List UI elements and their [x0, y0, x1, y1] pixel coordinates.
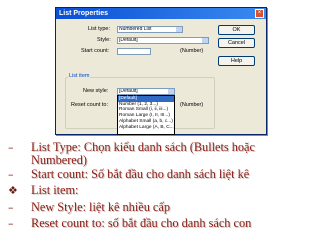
bullet-text: List item:: [31, 183, 79, 197]
bullet-text: New Style: liệt kê nhiều cấp: [31, 200, 170, 214]
dropdown-option[interactable]: Roman Large (I, II, III...): [118, 113, 174, 119]
reset-count-hint: (Number): [180, 102, 204, 108]
diamond-bullet-icon: ❖: [8, 184, 18, 197]
list-properties-dialog: List Properties × List type: Numbered Li…: [55, 7, 267, 135]
style-label: Style:: [97, 37, 111, 43]
list-type-select[interactable]: Numbered List: [117, 26, 183, 33]
help-button[interactable]: Help: [218, 56, 255, 66]
reset-count-label: Reset count to:: [71, 102, 108, 108]
bullet-text: Reset count to: số bắt đầu cho danh sách…: [31, 216, 252, 230]
dash-bullet-icon: –: [8, 168, 14, 181]
dialog-title: List Properties: [59, 10, 109, 17]
list-type-label: List type:: [88, 26, 111, 32]
close-icon[interactable]: ×: [255, 9, 264, 18]
start-count-label: Start count:: [81, 48, 110, 54]
new-style-select[interactable]: [Default]: [117, 88, 175, 95]
dialog-titlebar: List Properties ×: [56, 8, 266, 19]
dropdown-option[interactable]: Alphabet Small (a, b, c...): [118, 119, 174, 125]
style-select[interactable]: [Default]: [117, 37, 209, 44]
start-count-input[interactable]: [117, 48, 151, 55]
dash-bullet-icon: –: [8, 217, 14, 230]
cancel-button[interactable]: Cancel: [218, 38, 255, 48]
list-item-group-title: List item: [68, 73, 91, 80]
start-count-hint: (Number): [180, 48, 204, 54]
dialog-screenshot: List Properties × List type: Numbered Li…: [49, 0, 271, 135]
dash-bullet-icon: –: [8, 201, 14, 214]
new-style-dropdown-list[interactable]: [Default] Number (1, 2, 3...) Roman Smal…: [117, 95, 175, 135]
dash-bullet-icon: –: [8, 141, 14, 154]
ok-button[interactable]: OK: [218, 25, 255, 35]
new-style-label: New style:: [83, 88, 109, 94]
bullet-text: Start count: Số bắt đầu cho danh sách li…: [31, 167, 250, 181]
bullet-text: List Type: Chọn kiểu danh sách (Bullets …: [31, 140, 255, 167]
dropdown-option[interactable]: Alphabet Large (A, B, C...): [118, 125, 175, 131]
